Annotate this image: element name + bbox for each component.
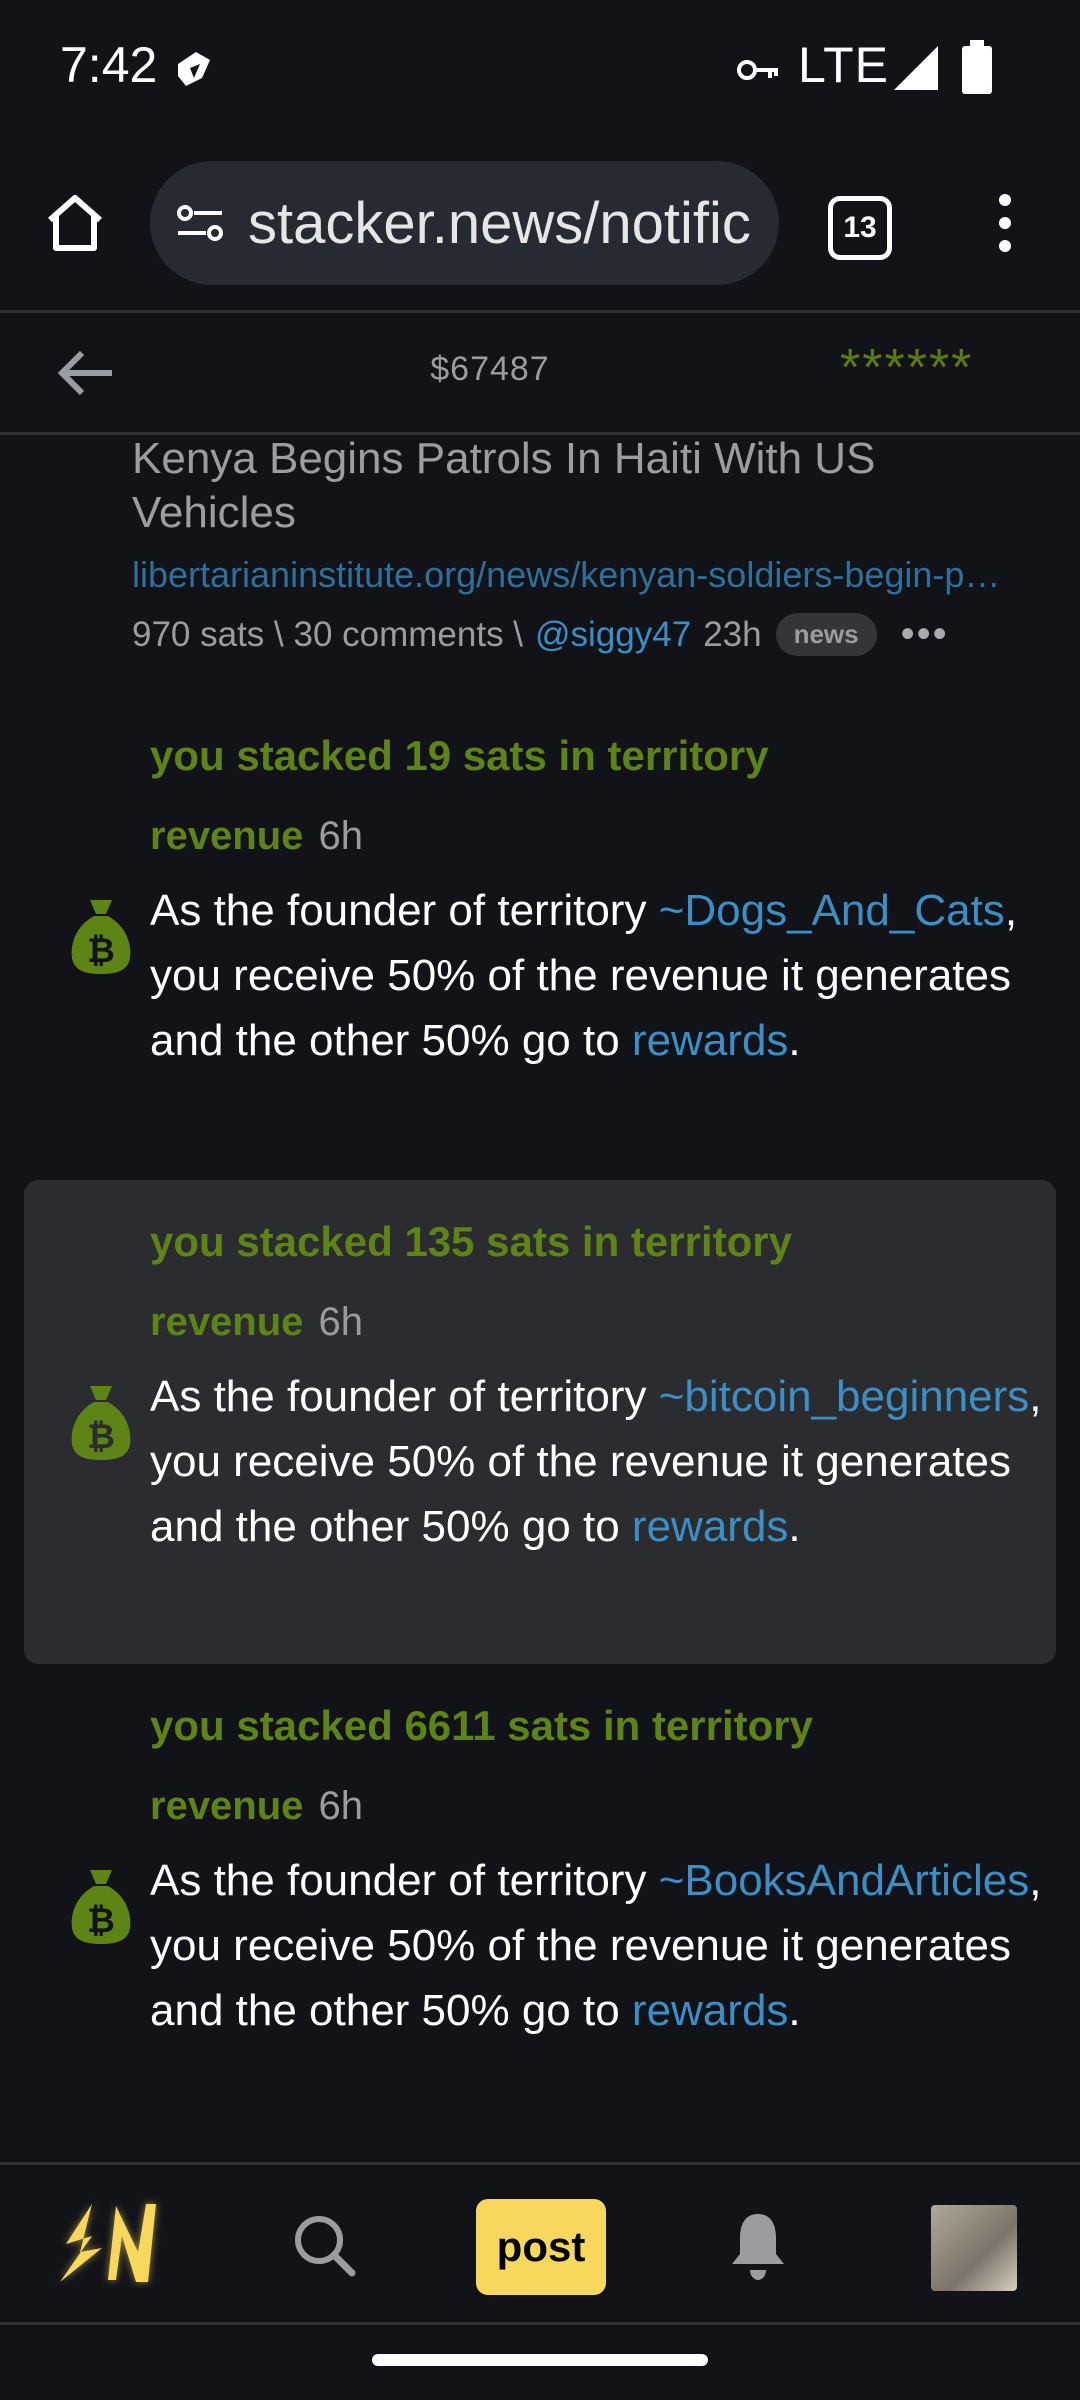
svg-text:₿: ₿ (87, 1418, 115, 1456)
notifications-bell-icon[interactable] (730, 2210, 786, 2282)
svg-text:₿: ₿ (87, 1902, 115, 1940)
notification-app-icon (178, 52, 210, 86)
notification-body: As the founder of territory ~bitcoin_beg… (150, 1372, 1042, 1551)
notification-item[interactable]: you stacked 19 sats in territory revenue… (24, 700, 1056, 1160)
article-meta: 970 sats \ 30 comments \ @siggy47 23h ne… (132, 612, 949, 657)
notification-time: 6h (318, 1784, 364, 1828)
money-bag-icon: ₿ (71, 900, 131, 974)
notification-subline: revenue 6h (150, 1300, 363, 1345)
network-type: LTE (798, 37, 889, 93)
battery-icon (962, 40, 992, 94)
notification-subline: revenue 6h (150, 1784, 363, 1829)
bottom-nav-divider (0, 2162, 1080, 2165)
article-badge[interactable]: news (775, 613, 877, 656)
territory-link[interactable]: ~BooksAndArticles (659, 1856, 1030, 1905)
address-bar[interactable]: stacker.news/notific (150, 161, 779, 285)
tab-switcher-button[interactable]: 13 (828, 196, 892, 260)
site-settings-icon[interactable] (176, 203, 224, 243)
notification-subline: revenue 6h (150, 814, 363, 859)
rewards-link[interactable]: rewards (632, 1502, 789, 1551)
rewards-link[interactable]: rewards (632, 1016, 789, 1065)
profile-avatar[interactable] (931, 2205, 1017, 2291)
search-icon[interactable] (292, 2213, 356, 2277)
btc-price[interactable]: $67487 (0, 350, 980, 389)
stacker-news-logo-icon[interactable] (52, 2196, 164, 2288)
article-user[interactable]: @siggy47 (535, 615, 691, 655)
notification-title: you stacked 135 sats in territory (150, 1218, 792, 1265)
wallet-balance-hidden[interactable]: ****** (840, 338, 973, 398)
notification-item-highlighted[interactable]: you stacked 135 sats in territory revenu… (24, 1180, 1056, 1664)
money-bag-icon: ₿ (71, 1386, 131, 1460)
article-age: 23h (703, 614, 762, 654)
gesture-area-divider (0, 2322, 1080, 2325)
toolbar-divider (0, 310, 1080, 313)
revenue-label: revenue (150, 814, 304, 858)
money-bag-icon: ₿ (71, 1870, 131, 1944)
more-menu-icon[interactable] (995, 192, 1015, 254)
notification-time: 6h (318, 814, 364, 858)
notification-time: 6h (318, 1300, 364, 1344)
post-button[interactable]: post (476, 2199, 606, 2295)
article-title[interactable]: Kenya Begins Patrols In Haiti With US Ve… (132, 432, 972, 540)
notification-body: As the founder of territory ~BooksAndArt… (150, 1856, 1042, 2035)
rewards-link[interactable]: rewards (632, 1986, 789, 2035)
notification-title: you stacked 19 sats in territory (150, 732, 769, 779)
status-time: 7:42 (60, 37, 158, 93)
notification-body: As the founder of territory ~Dogs_And_Ca… (150, 886, 1018, 1065)
revenue-label: revenue (150, 1784, 304, 1828)
svg-text:₿: ₿ (87, 932, 115, 970)
article-link[interactable]: libertarianinstitute.org/news/kenyan-sol… (132, 554, 1032, 596)
gesture-handle[interactable] (372, 2354, 708, 2366)
signal-icon (894, 46, 938, 90)
article-stats[interactable]: 970 sats \ 30 comments \ (132, 615, 523, 655)
territory-link[interactable]: ~Dogs_And_Cats (659, 886, 1005, 935)
vpn-key-icon (737, 60, 778, 80)
notification-item[interactable]: you stacked 6611 sats in territory reven… (24, 1670, 1056, 2130)
url-text[interactable]: stacker.news/notific (248, 190, 753, 257)
article-more-icon[interactable]: ••• (901, 612, 949, 657)
revenue-label: revenue (150, 1300, 304, 1344)
territory-link[interactable]: ~bitcoin_beginners (659, 1372, 1030, 1421)
notification-title: you stacked 6611 sats in territory (150, 1702, 813, 1749)
home-icon[interactable] (44, 192, 106, 254)
